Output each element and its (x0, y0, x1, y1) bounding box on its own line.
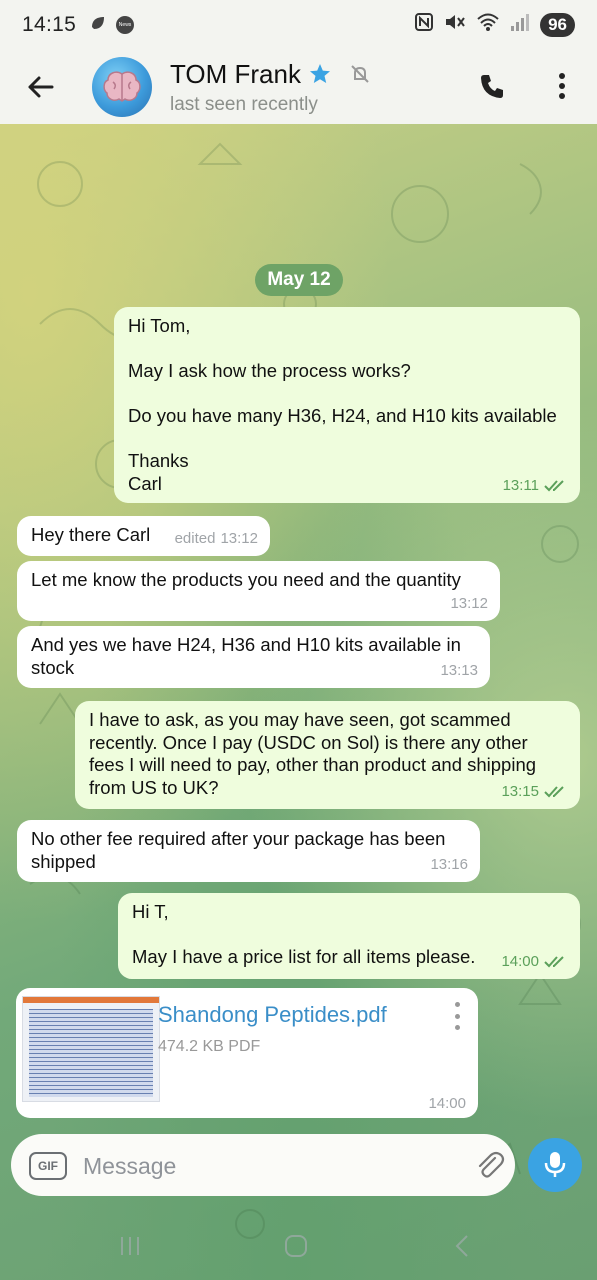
kebab-menu-icon (559, 73, 565, 99)
file-message[interactable]: Shandong Peptides.pdf 474.2 KB PDF 14:00 (16, 988, 478, 1118)
home-button[interactable] (283, 1232, 309, 1260)
back-button[interactable] (0, 50, 80, 124)
message-text: Hey there Carl (31, 524, 151, 545)
back-nav-button[interactable] (452, 1232, 472, 1260)
muted-bell-icon (351, 65, 369, 83)
message-time: 13:12 (220, 529, 258, 547)
mute-icon (444, 12, 466, 38)
recents-icon (121, 1237, 139, 1255)
call-button[interactable] (472, 66, 512, 106)
attach-button[interactable] (473, 1148, 507, 1182)
brain-icon (103, 71, 141, 102)
signal-icon (510, 12, 530, 38)
edited-label: edited (174, 529, 216, 547)
battery-indicator: 96 (540, 13, 575, 37)
wifi-icon (476, 12, 500, 38)
double-check-icon (544, 480, 564, 492)
arrow-left-icon (28, 76, 54, 98)
news-app-icon: News (116, 16, 135, 34)
double-check-icon (544, 956, 564, 968)
date-separator: May 12 (255, 264, 343, 296)
contact-name: TOM Frank (170, 58, 301, 89)
chevron-left-icon (455, 1235, 468, 1257)
phone-icon (481, 75, 503, 98)
star-icon (309, 64, 330, 83)
message-bubble-outgoing[interactable]: Hi T, May I have a price list for all it… (118, 893, 580, 979)
message-bubble-incoming[interactable]: Let me know the products you need and th… (17, 561, 500, 621)
last-seen-status: last seen recently (170, 93, 318, 115)
nfc-icon (414, 12, 434, 38)
message-bubble-outgoing[interactable]: I have to ask, as you may have seen, got… (75, 701, 580, 809)
message-text: I have to ask, as you may have seen, got… (89, 709, 537, 798)
chat-header: TOM Frank last seen recently (0, 50, 597, 124)
system-navigation-bar (0, 1210, 597, 1280)
recent-apps-button[interactable] (118, 1232, 142, 1260)
contact-info[interactable]: TOM Frank last seen recently (170, 59, 371, 116)
message-text: Hi Tom, May I ask how the process works?… (128, 315, 557, 494)
status-time: 14:15 (22, 13, 77, 36)
message-time: 13:12 (450, 594, 488, 612)
home-icon (285, 1235, 307, 1257)
microphone-icon (544, 1152, 566, 1177)
pdf-thumbnail[interactable] (22, 996, 160, 1102)
file-size: 474.2 KB PDF (158, 1038, 261, 1055)
gif-button[interactable]: GIF (29, 1152, 67, 1180)
message-bubble-incoming[interactable]: No other fee required after your package… (17, 820, 480, 882)
message-time: 13:16 (430, 855, 468, 873)
notification-leaf-icon (90, 13, 106, 37)
file-options-button[interactable] (452, 1002, 462, 1030)
paperclip-icon (478, 1151, 505, 1178)
message-text: No other fee required after your package… (31, 828, 446, 872)
message-bubble-outgoing[interactable]: Hi Tom, May I ask how the process works?… (114, 307, 580, 503)
status-bar: 14:15 News 96 (0, 0, 597, 50)
message-time: 13:13 (440, 661, 478, 679)
message-time: 14:00 (428, 1095, 466, 1112)
message-time: 13:11 (502, 476, 539, 494)
message-composer: GIF (11, 1134, 515, 1196)
more-options-button[interactable] (545, 66, 579, 106)
message-text: Let me know the products you need and th… (31, 569, 461, 590)
message-input[interactable] (83, 1150, 463, 1182)
file-name[interactable]: Shandong Peptides.pdf (158, 1002, 387, 1028)
message-bubble-incoming[interactable]: Hey there Carl edited 13:12 (17, 516, 270, 556)
avatar[interactable] (92, 57, 152, 117)
double-check-icon (544, 786, 564, 798)
message-time: 14:00 (501, 952, 539, 970)
voice-record-button[interactable] (528, 1138, 582, 1192)
message-bubble-incoming[interactable]: And yes we have H24, H36 and H10 kits av… (17, 626, 490, 688)
message-text: And yes we have H24, H36 and H10 kits av… (31, 634, 461, 678)
message-time: 13:15 (501, 782, 539, 800)
